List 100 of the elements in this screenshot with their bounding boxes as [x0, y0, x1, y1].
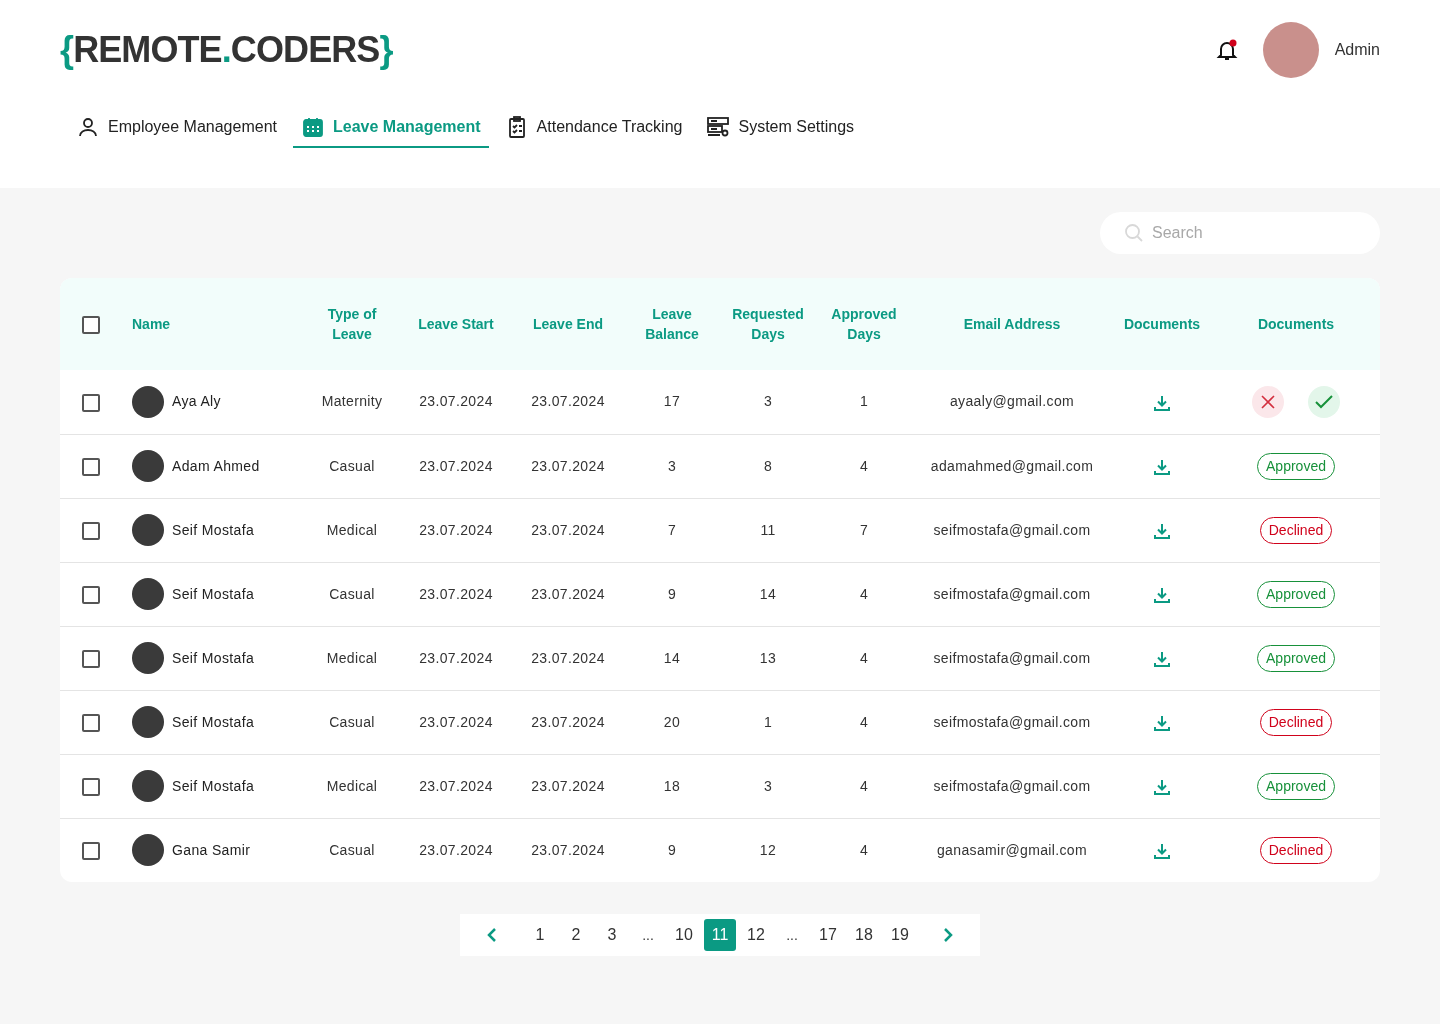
checkbox[interactable]: [82, 713, 100, 732]
download-icon[interactable]: [1153, 777, 1171, 796]
table-cell: seifmostafa@gmail.com: [933, 713, 1091, 730]
employee-name: Gana Samir: [172, 840, 251, 860]
table-cell: 4: [859, 585, 869, 602]
page-button[interactable]: 17: [812, 919, 844, 951]
search-field[interactable]: Search: [1100, 212, 1380, 254]
column-header: Leave Start: [418, 316, 494, 332]
approve-button[interactable]: [1308, 385, 1340, 418]
page-button[interactable]: 10: [668, 919, 700, 951]
server-gear-icon: [706, 115, 731, 139]
avatar: [132, 642, 164, 674]
page-ellipsis: ...: [641, 925, 655, 945]
table-cell: seifmostafa@gmail.com: [933, 521, 1091, 538]
download-icon[interactable]: [1153, 393, 1171, 412]
table-cell: 1: [763, 713, 773, 730]
chevron-left-icon: [487, 928, 497, 942]
column-header: Leave End: [533, 316, 603, 332]
search-icon: [1124, 223, 1144, 243]
table-cell: 14: [759, 585, 777, 602]
table-cell: Medical: [326, 521, 378, 538]
nav-tab[interactable]: Employee Management: [68, 108, 285, 148]
table-cell: 4: [859, 457, 869, 474]
avatar: [132, 706, 164, 738]
employee-name: Aya Aly: [172, 392, 221, 412]
table-cell: 18: [663, 777, 681, 794]
download-icon[interactable]: [1153, 457, 1171, 476]
table-cell: 7: [667, 521, 677, 538]
search-input[interactable]: Search: [1152, 221, 1352, 245]
employee-name: Seif Mostafa: [172, 776, 254, 796]
column-header: Documents: [1257, 316, 1335, 332]
table-cell: 23.07.2024: [531, 841, 605, 858]
page-button[interactable]: 11: [704, 919, 736, 951]
close-icon: [1261, 394, 1275, 409]
nav-tab[interactable]: Attendance Tracking: [496, 108, 691, 148]
checkbox[interactable]: [82, 521, 100, 540]
table-cell: 1: [859, 393, 869, 410]
reject-button[interactable]: [1252, 385, 1284, 418]
download-icon[interactable]: [1153, 649, 1171, 668]
checkbox[interactable]: [82, 393, 100, 412]
table-cell: 23.07.2024: [419, 457, 493, 474]
table-cell: Medical: [326, 777, 378, 794]
nav-tab[interactable]: System Settings: [698, 108, 863, 148]
table-cell: Maternity: [321, 393, 383, 410]
avatar: [132, 514, 164, 546]
page-button[interactable]: 18: [848, 919, 880, 951]
table-cell: 23.07.2024: [531, 777, 605, 794]
table-cell: 14: [663, 649, 681, 666]
column-header: Leave Balance: [645, 306, 699, 342]
column-header: Requested Days: [732, 306, 804, 342]
column-header: Email Address: [963, 316, 1061, 332]
avatar: [132, 578, 164, 610]
page-button[interactable]: 3: [596, 919, 628, 951]
table-cell: 23.07.2024: [419, 521, 493, 538]
table-cell: 9: [667, 585, 677, 602]
checkbox[interactable]: [82, 585, 100, 604]
person-icon: [76, 115, 100, 139]
avatar: [132, 450, 164, 482]
table-cell: Casual: [329, 457, 375, 474]
table-cell: 23.07.2024: [531, 585, 605, 602]
column-header: Name: [132, 316, 171, 332]
page-button[interactable]: 19: [884, 919, 916, 951]
employee-name: Seif Mostafa: [172, 712, 254, 732]
download-icon[interactable]: [1153, 842, 1171, 860]
table-cell: 23.07.2024: [419, 585, 493, 602]
table-cell: ganasamir@gmail.com: [937, 841, 1087, 858]
table-cell: 4: [859, 777, 869, 794]
table-cell: 9: [667, 841, 677, 858]
nav-tab[interactable]: Leave Management: [293, 108, 489, 148]
table-cell: 12: [759, 841, 777, 858]
table-cell: ayaaly@gmail.com: [949, 393, 1075, 410]
checkbox[interactable]: [82, 315, 100, 334]
table-cell: 20: [663, 713, 681, 730]
column-header: Documents: [1123, 316, 1201, 332]
employee-name: Seif Mostafa: [172, 520, 254, 540]
bell-icon[interactable]: [1214, 38, 1239, 62]
table-cell: Casual: [329, 841, 375, 858]
column-header: Approved Days: [831, 306, 897, 342]
checkbox[interactable]: [82, 777, 100, 796]
download-icon[interactable]: [1153, 521, 1171, 540]
user-name: Admin: [1334, 40, 1380, 60]
logo: {REMOTE.CODERS}: [60, 28, 393, 72]
table-cell: adamahmed@gmail.com: [930, 457, 1094, 474]
page-button[interactable]: 12: [740, 919, 772, 951]
employee-name: Seif Mostafa: [172, 584, 254, 604]
download-icon[interactable]: [1153, 585, 1171, 604]
checkbox[interactable]: [82, 457, 100, 476]
checkbox[interactable]: [82, 649, 100, 668]
table-cell: 13: [759, 649, 777, 666]
table-cell: 7: [859, 521, 869, 538]
page-button[interactable]: 1: [524, 919, 556, 951]
checkbox[interactable]: [82, 842, 100, 860]
table-cell: 23.07.2024: [531, 713, 605, 730]
table-cell: Medical: [326, 649, 378, 666]
table-cell: 23.07.2024: [531, 393, 605, 410]
page-button[interactable]: 2: [560, 919, 592, 951]
column-header: Type of Leave: [327, 306, 377, 342]
download-icon[interactable]: [1153, 713, 1171, 732]
avatar: [132, 385, 164, 418]
table-cell: 3: [763, 393, 773, 410]
